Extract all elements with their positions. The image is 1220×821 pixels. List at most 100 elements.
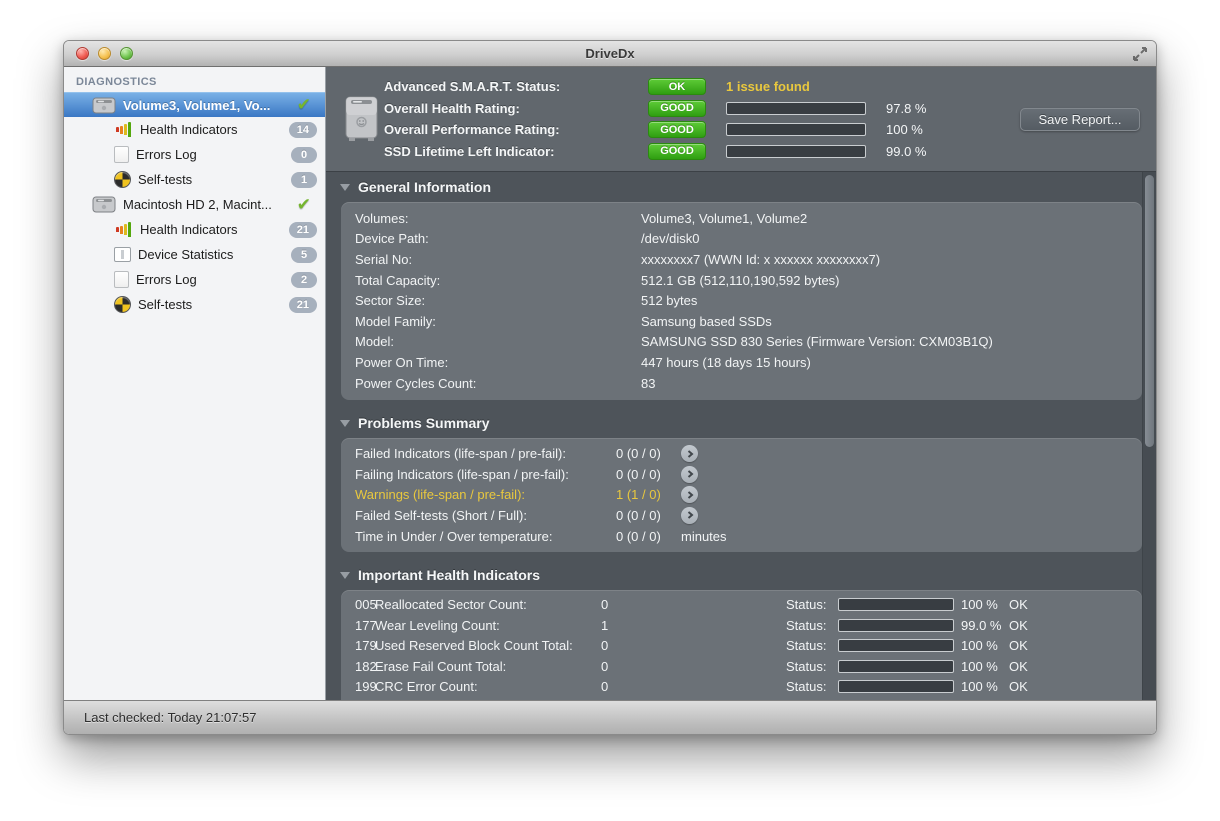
sidebar-item-volume3[interactable]: Volume3, Volume1, Vo... ✔	[64, 92, 325, 117]
section-title: Important Health Indicators	[358, 567, 540, 583]
health-indicators-panel: 005 Reallocated Sector Count: 0 Status: …	[341, 590, 1142, 700]
performance-rating-badge: GOOD	[648, 121, 706, 138]
sidebar-item-self-tests-1[interactable]: Self-tests 1	[64, 167, 325, 192]
indicator-percent: 99.0 %	[961, 618, 1009, 633]
info-value: Volume3, Volume1, Volume2	[641, 211, 807, 226]
detail-arrow-button[interactable]	[681, 507, 698, 524]
info-value: xxxxxxxx7 (WWN Id: x xxxxxx xxxxxxxx7)	[641, 252, 880, 267]
performance-rating-percent: 100 %	[886, 122, 926, 137]
fullscreen-icon[interactable]	[1132, 46, 1148, 62]
smart-status-row: Advanced S.M.A.R.T. Status: OK 1 issue f…	[384, 76, 926, 98]
sidebar-item-errors-log-1[interactable]: Errors Log 0	[64, 142, 325, 167]
sidebar-item-label: Health Indicators	[140, 122, 289, 137]
sidebar-item-label: Health Indicators	[140, 222, 289, 237]
health-indicator-row: 005 Reallocated Sector Count: 0 Status: …	[341, 594, 1142, 615]
indicator-status: OK	[1009, 679, 1028, 694]
section-title: General Information	[358, 179, 491, 195]
save-report-button[interactable]: Save Report...	[1020, 108, 1140, 131]
status-label: Status:	[786, 679, 838, 694]
last-checked-text: Last checked: Today 21:07:57	[84, 710, 257, 725]
disclosure-triangle-icon	[340, 184, 350, 191]
sidebar-item-label: Device Statistics	[138, 247, 291, 262]
problem-label: Failing Indicators (life-span / pre-fail…	[341, 467, 616, 482]
smart-status-badge: OK	[648, 78, 706, 95]
sidebar-header: DIAGNOSTICS	[64, 67, 325, 92]
vertical-scrollbar[interactable]	[1142, 172, 1156, 700]
info-label: Power On Time:	[341, 355, 641, 370]
indicator-percent: 100 %	[961, 597, 1009, 612]
detail-arrow-button[interactable]	[681, 486, 698, 503]
info-label: Power Cycles Count:	[341, 376, 641, 391]
app-window: DriveDx DIAGNOSTICS Volume3, Volume1, Vo…	[63, 40, 1157, 735]
ssd-lifetime-bar	[726, 145, 866, 158]
indicator-percent: 100 %	[961, 659, 1009, 674]
drive-icon	[92, 196, 116, 213]
sidebar-item-errors-log-2[interactable]: Errors Log 2	[64, 267, 325, 292]
info-label: Sector Size:	[341, 293, 641, 308]
info-row: Total Capacity:512.1 GB (512,110,190,592…	[341, 270, 1142, 291]
sidebar-item-health-indicators-1[interactable]: Health Indicators 14	[64, 117, 325, 142]
health-indicator-row: 182 Erase Fail Count Total: 0 Status: 10…	[341, 656, 1142, 677]
info-label: Model Family:	[341, 314, 641, 329]
indicator-value: 0	[601, 597, 786, 612]
count-badge: 21	[289, 297, 317, 313]
indicator-bar	[838, 660, 954, 673]
health-rating-row: Overall Health Rating: GOOD 97.8 %	[384, 98, 926, 120]
indicator-status: OK	[1009, 659, 1028, 674]
info-row: Volumes:Volume3, Volume1, Volume2	[341, 208, 1142, 229]
ssd-lifetime-percent: 99.0 %	[886, 144, 926, 159]
indicator-id: 182	[341, 659, 375, 674]
main-area: Advanced S.M.A.R.T. Status: OK 1 issue f…	[326, 67, 1156, 700]
section-header-general[interactable]: General Information	[326, 172, 1142, 202]
problem-row: Time in Under / Over temperature: 0 (0 /…	[341, 526, 1142, 547]
check-icon: ✔	[297, 195, 311, 215]
sidebar-item-device-statistics[interactable]: Device Statistics 5	[64, 242, 325, 267]
info-row: Device Path:/dev/disk0	[341, 229, 1142, 250]
sidebar-item-macintosh-hd2[interactable]: Macintosh HD 2, Macint... ✔	[64, 192, 325, 217]
minimize-button[interactable]	[98, 47, 111, 60]
disclosure-triangle-icon	[340, 572, 350, 579]
scrollbar-thumb[interactable]	[1145, 175, 1154, 447]
count-badge: 21	[289, 222, 317, 238]
section-header-health[interactable]: Important Health Indicators	[326, 560, 1142, 590]
count-badge: 5	[291, 247, 317, 263]
table-icon	[114, 247, 131, 262]
problem-value: 1 (1 / 0)	[616, 487, 681, 502]
sidebar-item-label: Self-tests	[138, 172, 291, 187]
info-label: Total Capacity:	[341, 273, 641, 288]
detail-arrow-button[interactable]	[681, 445, 698, 462]
info-value: /dev/disk0	[641, 231, 700, 246]
health-rating-bar	[726, 102, 866, 115]
issue-found-note: 1 issue found	[726, 79, 926, 94]
status-bar: Last checked: Today 21:07:57	[64, 700, 1156, 734]
close-button[interactable]	[76, 47, 89, 60]
section-title: Problems Summary	[358, 415, 490, 431]
titlebar[interactable]: DriveDx	[64, 41, 1156, 67]
section-header-problems[interactable]: Problems Summary	[326, 408, 1142, 438]
sidebar-item-self-tests-2[interactable]: Self-tests 21	[64, 292, 325, 317]
bar-chart-icon	[114, 122, 133, 138]
indicator-name: CRC Error Count:	[375, 679, 601, 694]
self-test-icon	[114, 296, 131, 313]
health-rating-badge: GOOD	[648, 100, 706, 117]
traffic-lights	[76, 41, 133, 66]
details-scroll-area: General Information Volumes:Volume3, Vol…	[326, 172, 1156, 700]
info-value: 83	[641, 376, 655, 391]
zoom-button[interactable]	[120, 47, 133, 60]
indicator-name: Used Reserved Block Count Total:	[375, 638, 601, 653]
info-value: Samsung based SSDs	[641, 314, 772, 329]
problem-row: Failing Indicators (life-span / pre-fail…	[341, 464, 1142, 485]
health-indicator-row: 177 Wear Leveling Count: 1 Status: 99.0 …	[341, 615, 1142, 636]
status-label: Status:	[786, 659, 838, 674]
sidebar-item-health-indicators-2[interactable]: Health Indicators 21	[64, 217, 325, 242]
ssd-lifetime-label: SSD Lifetime Left Indicator:	[384, 144, 628, 159]
health-indicator-row: 179 Used Reserved Block Count Total: 0 S…	[341, 636, 1142, 657]
drive-icon-large	[344, 96, 379, 142]
detail-arrow-button[interactable]	[681, 466, 698, 483]
smart-summary-panel: Advanced S.M.A.R.T. Status: OK 1 issue f…	[326, 67, 1156, 172]
indicator-bar	[838, 639, 954, 652]
problem-row-warning: Warnings (life-span / pre-fail): 1 (1 / …	[341, 485, 1142, 506]
self-test-icon	[114, 171, 131, 188]
problem-suffix: minutes	[681, 529, 727, 544]
indicator-bar	[838, 598, 954, 611]
